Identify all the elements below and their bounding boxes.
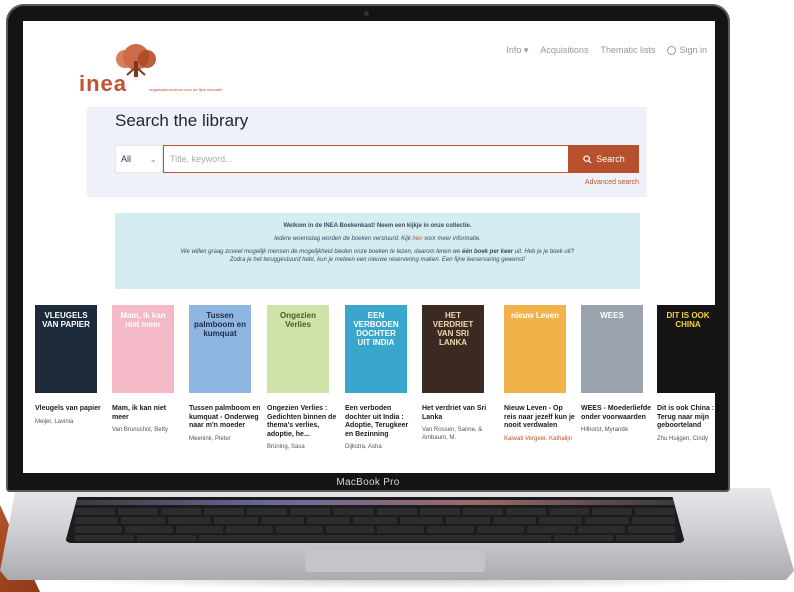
cover-text: Ongezien Verlies [279,311,316,329]
book-card[interactable]: Ongezien Verlies Ongezien Verlies : Gedi… [267,305,339,451]
welcome-notice: Welkom in de INEA Boekenkast! Neem een k… [115,213,640,289]
book-cover: DIT IS OOK CHINA [657,305,715,393]
nav-acquisitions[interactable]: Acquisitions [540,45,588,56]
welcome-line-2: Iedere woensdag worden de boeken verstuu… [115,236,640,242]
book-card[interactable]: Mam, ik kan niet meer Mam, ik kan niet m… [112,305,184,434]
book-author: Van Brunschot, Betty [112,427,168,433]
top-nav: Info ▾ Acquisitions Thematic lists Sign … [506,45,707,56]
advanced-search-link[interactable]: Advanced search [585,179,639,186]
book-author: Meijer, Lavinia [35,418,74,425]
trackpad [305,550,485,572]
nav-sign-in[interactable]: Sign in [667,45,707,56]
book-carousel: VLEUGELS VAN PAPIER Vleugels van papier … [23,305,715,473]
book-title: Tussen palmboom en kumquat - Onderweg na… [189,405,261,429]
nav-info-label: Info [506,45,522,55]
book-author: Hilhorst, Myrande [581,427,629,433]
welcome-heading: Welkom in de INEA Boekenkast! Neem een k… [283,223,472,229]
welcome-line-3-bold: één boek per keer [461,249,514,255]
book-title: Het verdriet van Sri Lanka [422,405,487,421]
sign-in-label: Sign in [679,45,707,55]
book-title: Nieuw Leven - Op reis naar jezelf kun je… [504,405,575,429]
search-button-label: Search [596,154,625,164]
search-placeholder: Title, keyword... [170,154,233,164]
book-author: Kaiwati Vergeer, Kathalijn [504,435,573,442]
book-card[interactable]: Tussen palmboom en kumquat Tussen palmbo… [189,305,261,443]
cover-text: HET VERDRIET VAN SRI LANKA [432,311,474,347]
nav-info[interactable]: Info ▾ [506,45,528,56]
cover-text: Tussen palmboom en kumquat [193,311,246,338]
cover-text: VLEUGELS VAN PAPIER [42,311,90,329]
book-cover: EEN VERBODEN DOCHTER UIT INDIA [345,305,407,393]
book-author: Meenink, Pieter [189,435,231,442]
search-icon [583,154,592,164]
cover-text: WEES [600,311,624,320]
keyboard [65,497,685,543]
book-title: WEES - Moederliefde onder voorwaarden [581,405,652,421]
book-cover: Mam, ik kan niet meer [112,305,174,393]
book-card[interactable]: WEES WEES - Moederliefde onder voorwaard… [581,305,653,434]
search-scope-value: All [121,154,132,164]
laptop-bezel: MacBook Pro inea organisatiecentrum voor… [6,4,730,492]
search-title: Search the library [115,111,249,130]
info-link[interactable]: hier [413,236,423,242]
search-panel: Search the library All ⌄ Title, keyword.… [87,107,647,197]
key-row [75,508,676,515]
book-cover: Ongezien Verlies [267,305,329,393]
book-title: Een verboden dochter uit India : Adoptie… [345,405,409,438]
key-row [75,517,676,524]
welcome-line-2-text: Iedere woensdag worden de boeken verstuu… [274,236,413,242]
book-card[interactable]: VLEUGELS VAN PAPIER Vleugels van papier … [35,305,107,426]
key-row [75,526,675,533]
caret-down-icon: ▾ [523,45,529,55]
screen: inea organisatiecentrum voor de fijne ed… [23,21,715,473]
logo-subtitle: organisatiecentrum voor de fijne educati… [149,87,223,92]
book-title: Vleugels van papier [35,405,101,412]
user-icon [667,46,677,56]
book-cover: WEES [581,305,643,393]
cover-text: Mam, ik kan niet meer [120,311,166,329]
book-cover: HET VERDRIET VAN SRI LANKA [422,305,484,393]
touch-bar [73,500,677,505]
camera-icon [364,11,369,16]
book-card[interactable]: HET VERDRIET VAN SRI LANKA Het verdriet … [422,305,494,442]
book-title: Dit is ook China : Terug naar mijn geboo… [657,405,715,429]
welcome-line-3: We willen graag zoveel mogelijk mensen d… [115,249,640,255]
book-author: Brüning, Sasa [267,444,305,450]
logo-text: inea [79,71,128,96]
book-cover: VLEUGELS VAN PAPIER [35,305,97,393]
book-card[interactable]: EEN VERBODEN DOCHTER UIT INDIA Een verbo… [345,305,417,451]
search-input[interactable]: Title, keyword... [163,145,569,173]
book-card[interactable]: nieuw Leven Nieuw Leven - Op reis naar j… [504,305,576,443]
welcome-line-3-tail: uit. Heb je je boek uit? [513,249,575,255]
cover-text: nieuw Leven [510,311,559,320]
welcome-line-4: Zodra je het teruggestuurd hebt, kun je … [229,257,526,263]
book-author: Van Rossen, Sanne, & Ambaum, M. [422,427,483,441]
key-row [75,535,675,541]
book-author: Zhu Huijgen, Cindy [657,435,709,442]
cover-text: EEN VERBODEN DOCHTER UIT INDIA [353,311,399,347]
book-title: Mam, ik kan niet meer [112,405,167,421]
book-cover: Tussen palmboom en kumquat [189,305,251,393]
book-title: Ongezien Verlies : Gedichten binnen de t… [267,405,337,438]
book-cover: nieuw Leven [504,305,566,393]
book-author: Dijkstra, Asha [345,444,382,450]
welcome-line-2-tail: voor meer informatie. [422,236,481,242]
chevron-down-icon: ⌄ [149,153,157,164]
search-button[interactable]: Search [569,145,639,173]
cover-text: DIT IS OOK CHINA [666,311,710,329]
book-card[interactable]: DIT IS OOK CHINA Dit is ook China : Teru… [657,305,715,443]
inea-logo[interactable]: inea organisatiecentrum voor de fijne ed… [79,43,229,103]
device-label: MacBook Pro [336,477,400,488]
welcome-line-3-text: We willen graag zoveel mogelijk mensen d… [180,249,462,255]
nav-thematic-lists[interactable]: Thematic lists [600,45,655,56]
search-scope-select[interactable]: All ⌄ [115,145,163,173]
